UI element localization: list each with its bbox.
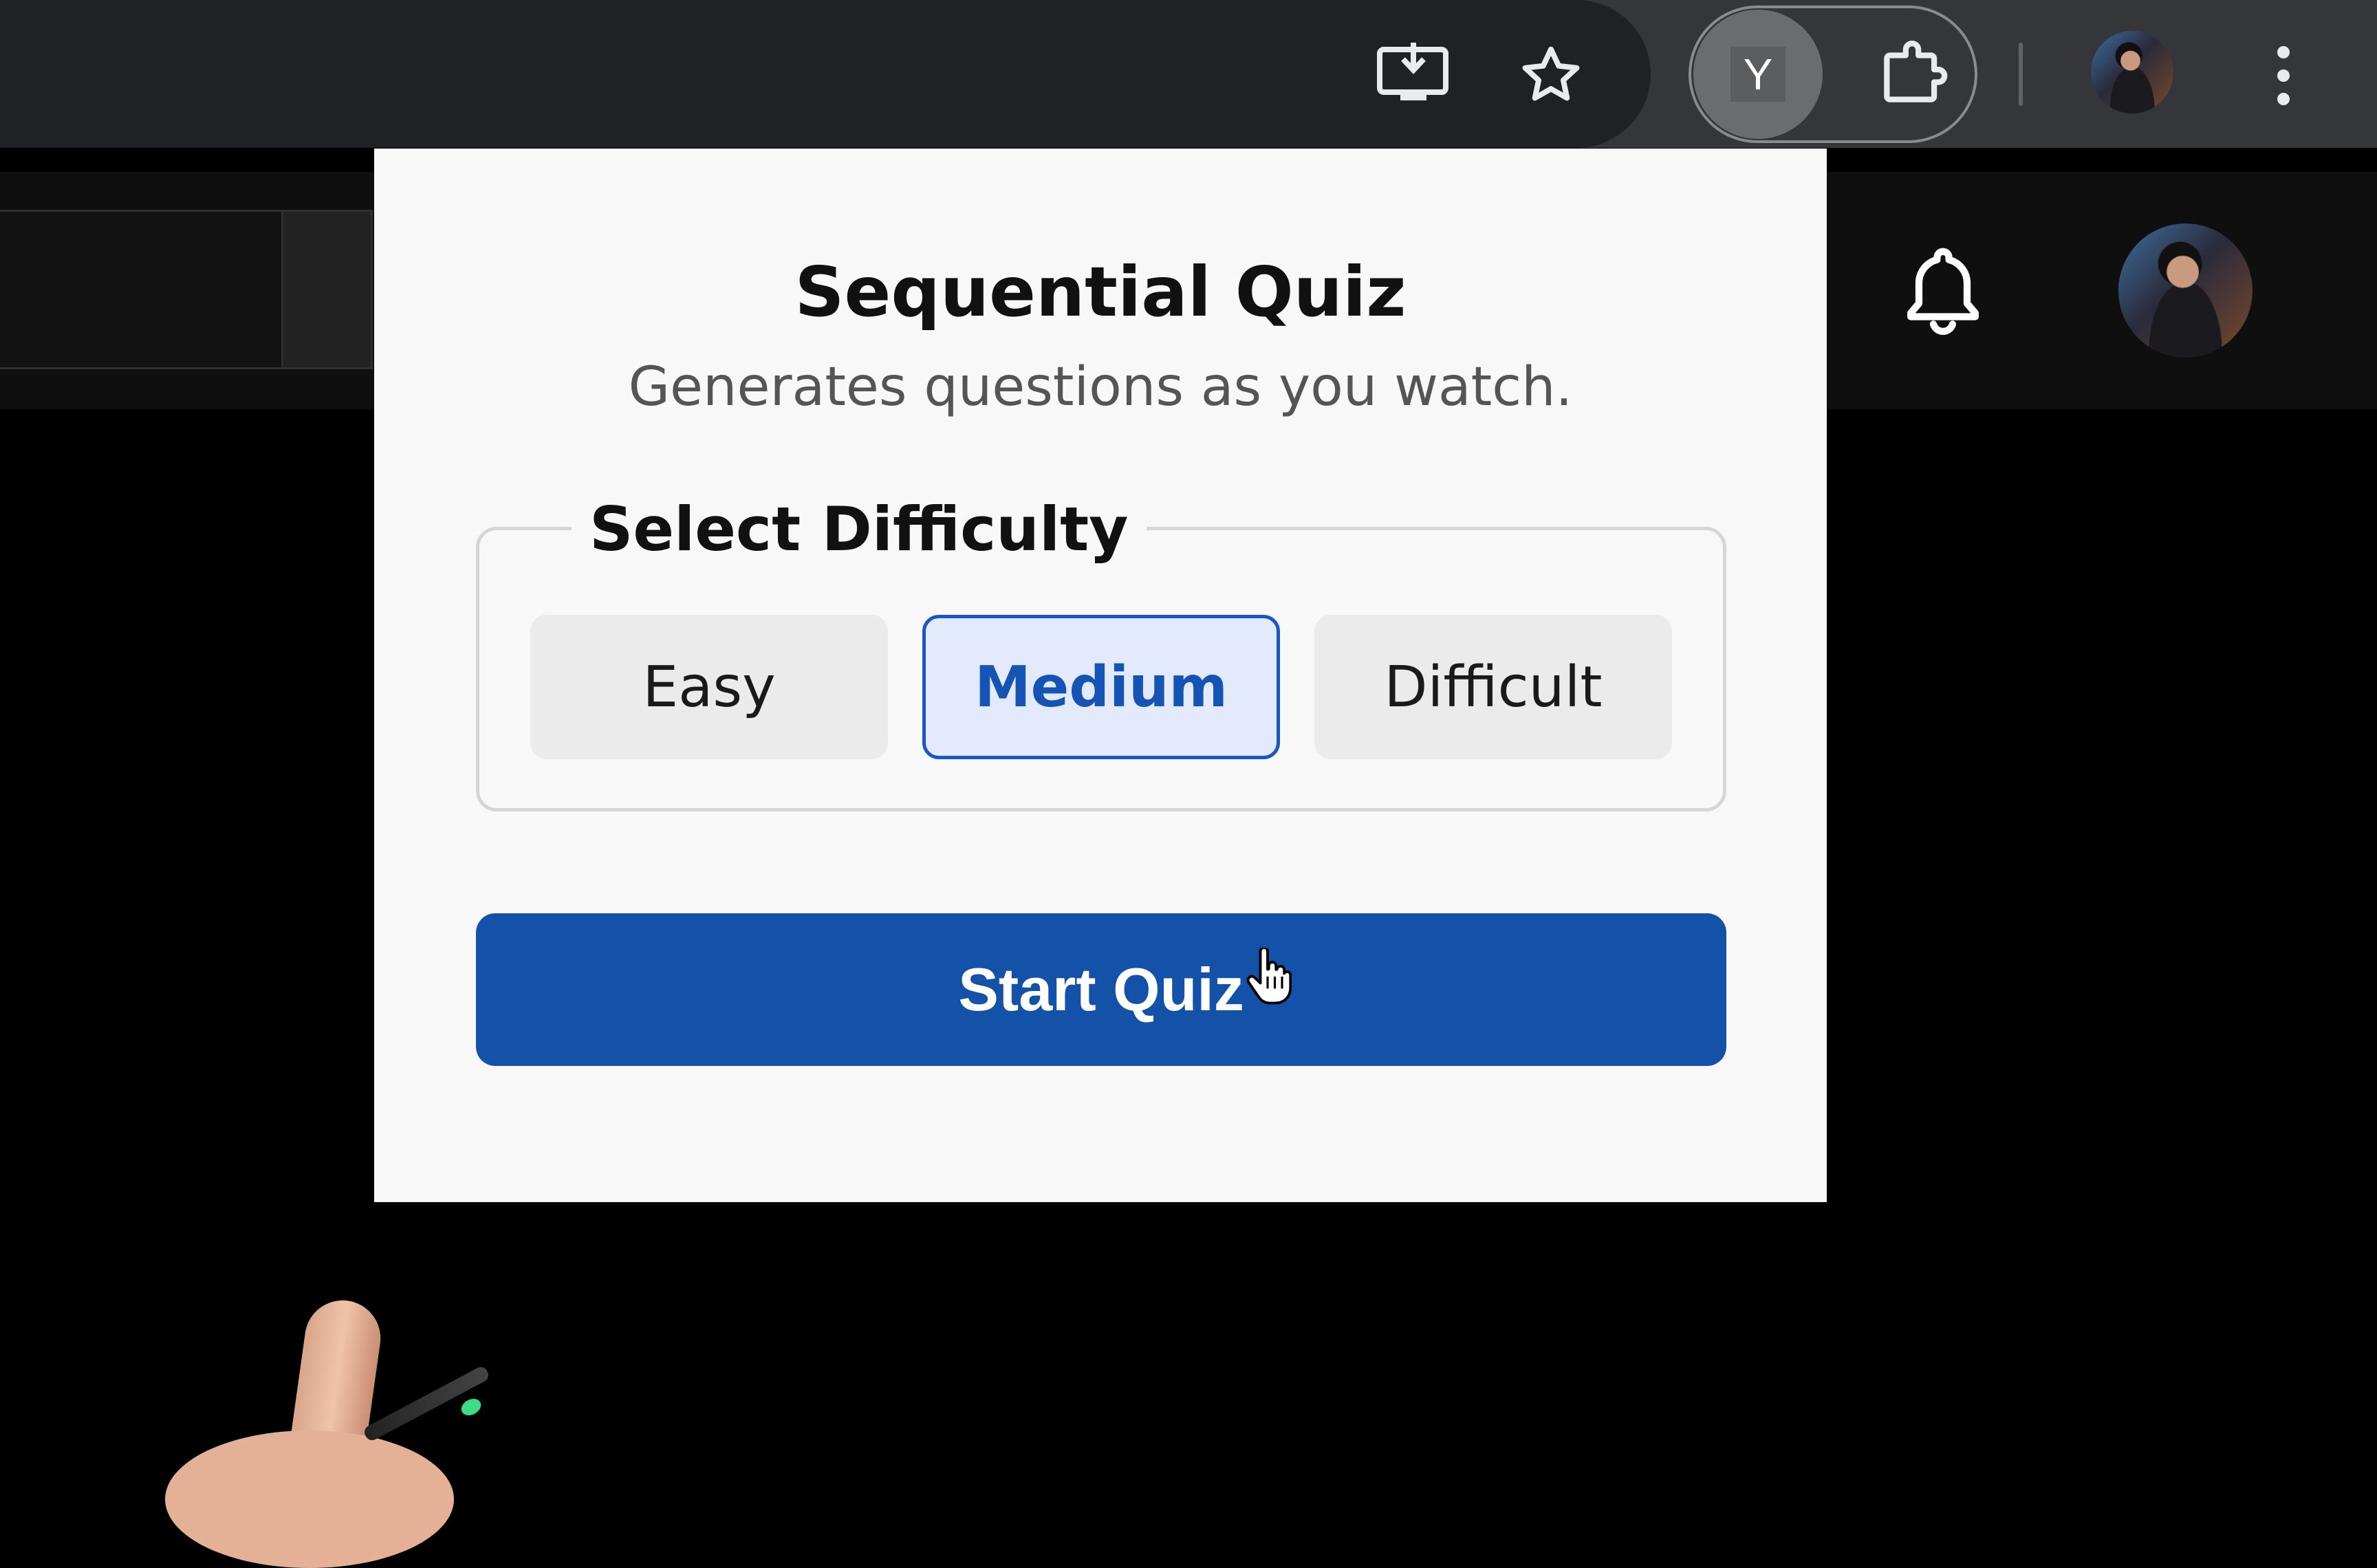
search-button[interactable] bbox=[283, 210, 373, 369]
difficulty-medium-button[interactable]: Medium bbox=[922, 615, 1280, 759]
start-quiz-button[interactable]: Start Quiz bbox=[476, 913, 1726, 1066]
bookmark-star-icon[interactable] bbox=[1513, 38, 1589, 113]
quiz-extension-popup: Sequential Quiz Generates questions as y… bbox=[374, 149, 1827, 1202]
kebab-menu-icon[interactable] bbox=[2263, 38, 2304, 113]
pen-tip bbox=[458, 1395, 484, 1419]
install-app-icon[interactable] bbox=[1372, 38, 1455, 113]
browser-toolbar: Y bbox=[0, 0, 2377, 148]
popup-title: Sequential Quiz bbox=[794, 252, 1407, 332]
difficulty-legend: Select Difficulty bbox=[572, 492, 1147, 567]
difficulty-difficult-button[interactable]: Difficult bbox=[1314, 615, 1672, 759]
toolbar-divider bbox=[2019, 43, 2023, 106]
search-input[interactable] bbox=[0, 210, 283, 369]
difficulty-group: Select Difficulty Easy Medium Difficult bbox=[476, 492, 1726, 812]
popup-subtitle: Generates questions as you watch. bbox=[628, 356, 1573, 418]
presenter-hand bbox=[165, 1430, 454, 1568]
difficulty-easy-button[interactable]: Easy bbox=[530, 615, 888, 759]
extension-y-icon[interactable]: Y bbox=[1693, 10, 1823, 139]
channel-avatar[interactable] bbox=[2118, 224, 2253, 358]
profile-avatar[interactable] bbox=[2091, 31, 2173, 113]
extension-y-letter: Y bbox=[1730, 47, 1786, 102]
hand-cursor-icon bbox=[1244, 946, 1292, 1009]
puzzle-icon[interactable] bbox=[1871, 33, 1953, 116]
notification-bell-icon[interactable] bbox=[1895, 241, 1991, 344]
